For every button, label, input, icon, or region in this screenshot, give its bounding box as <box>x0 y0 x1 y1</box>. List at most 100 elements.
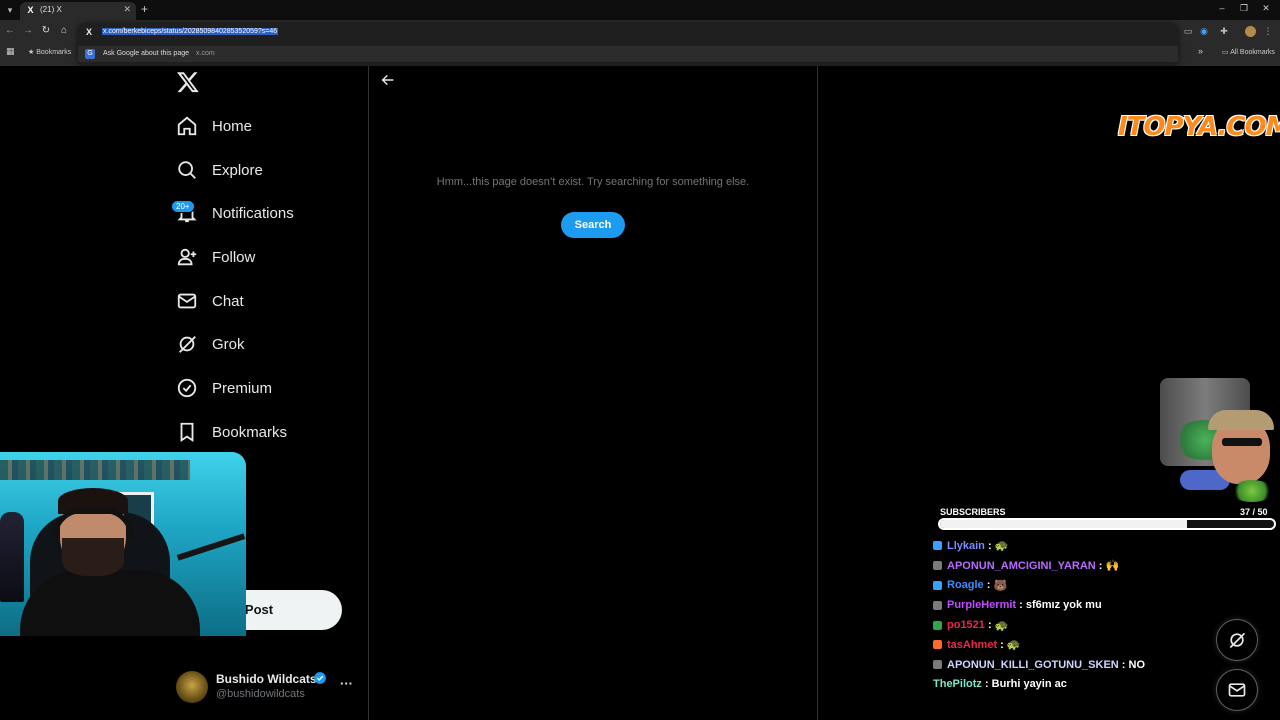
chat-badge-icon <box>933 620 942 630</box>
sidebar-item-label: Notifications <box>212 204 294 222</box>
avatar <box>176 671 208 703</box>
sidebar-item-label: Premium <box>212 379 273 397</box>
back-arrow-icon[interactable] <box>380 72 396 88</box>
verified-badge-icon <box>314 672 326 684</box>
sponsor-logo: ITOPYA.COM <box>1118 112 1280 142</box>
chat-message: tasAhmet : 🐢 <box>933 635 1233 655</box>
chat-username[interactable]: APONUN_AMCIGINI_YARAN <box>947 560 1096 572</box>
chat-text: 🐢 <box>994 540 1009 553</box>
back-icon[interactable]: ← <box>4 25 16 37</box>
chat-username[interactable]: ThePilotz <box>933 678 982 690</box>
more-bookmarks-icon[interactable]: » <box>1198 46 1203 56</box>
sidebar-item-label: Explore <box>212 161 263 179</box>
webcam-streamer-beard <box>62 538 124 576</box>
chat-text: sf6mız yok mu <box>1025 599 1102 612</box>
chat-badge-icon <box>933 561 942 571</box>
webcam-feed <box>0 452 246 636</box>
webcam-streamer-body <box>20 570 200 636</box>
omnibox-dropdown: X x.com/berkebiceps/status/2028509840285… <box>78 22 1178 66</box>
x-favicon-icon: X <box>86 27 93 37</box>
search-icon <box>178 161 196 179</box>
mail-icon <box>1228 683 1246 697</box>
reload-icon[interactable]: ↻ <box>40 25 52 37</box>
chat-username[interactable]: APONUN_KILLI_GOTUNU_SKEN <box>947 659 1119 671</box>
sidebar-item-label: Chat <box>212 292 244 310</box>
follow-icon <box>177 248 197 266</box>
omnibox-suggestion[interactable]: G Ask Google about this page x.com <box>78 46 1178 62</box>
chat-message: PurpleHermit : sf6mız yok mu <box>933 595 1233 615</box>
chat-username[interactable]: po1521 <box>947 619 985 631</box>
new-tab-icon[interactable]: + <box>141 2 148 16</box>
search-button[interactable]: Search <box>561 212 625 238</box>
chat-username[interactable]: Roagle <box>947 579 984 591</box>
home-icon <box>177 116 197 136</box>
grok-floating-button[interactable] <box>1216 619 1258 661</box>
chat-username[interactable]: PurpleHermit <box>947 599 1016 611</box>
sidebar-item-bookmarks[interactable]: Bookmarks <box>176 417 287 447</box>
suggestion-domain: x.com <box>196 50 215 57</box>
profile-avatar[interactable] <box>1245 26 1256 37</box>
column-divider <box>368 66 369 720</box>
account-switcher[interactable]: Bushido Wildcats @bushidowildcats ··· <box>176 668 356 708</box>
tab-title: (21) X <box>40 5 62 14</box>
chat-separator: : <box>983 579 994 592</box>
suggestion-text: Ask Google about this page <box>103 50 190 57</box>
sidebar-item-follow[interactable]: Follow <box>176 242 255 272</box>
subscribers-count: 37 / 50 <box>1240 507 1268 517</box>
restore-window-icon[interactable]: ❐ <box>1237 3 1251 14</box>
chat-username[interactable]: tasAhmet <box>947 639 997 651</box>
microphone-arm <box>176 533 246 561</box>
sidebar-item-label: Bookmarks <box>212 423 288 441</box>
x-favicon-icon: X <box>27 5 34 15</box>
chat-message: ThePilotz : Burhi yayin ac <box>933 675 1233 695</box>
audio-icon[interactable]: ◉ <box>1198 25 1210 37</box>
messages-floating-button[interactable] <box>1216 669 1258 711</box>
all-bookmarks[interactable]: ▭ All Bookmarks <box>1222 48 1275 56</box>
sidebar-item-label: Follow <box>212 248 256 266</box>
chat-badge-icon <box>933 600 942 610</box>
notifications-badge: 20+ <box>171 200 195 213</box>
browser-tab-bar: ▾ X (21) X ✕ + – ❐ ✕ <box>0 0 1280 20</box>
browser-tab[interactable]: X (21) X ✕ <box>20 2 136 20</box>
address-bar-input[interactable]: x.com/berkebiceps/status/202850984028535… <box>102 28 279 35</box>
column-divider <box>817 66 818 720</box>
chat-badge-icon <box>933 580 942 590</box>
premium-icon <box>177 378 197 398</box>
chat-text: NO <box>1128 658 1146 671</box>
chat-username[interactable]: Llykain <box>947 540 985 552</box>
sidebar-item-grok[interactable]: Grok <box>176 329 245 359</box>
x-logo-icon[interactable] <box>176 70 200 94</box>
webcam-shelf <box>0 460 190 480</box>
bookmarks-folder[interactable]: ★ Bookmarks <box>28 48 71 56</box>
chat-message: APONUN_KILLI_GOTUNU_SKEN : NO <box>933 655 1233 675</box>
sidebar-item-explore[interactable]: Explore <box>176 155 263 185</box>
page-missing-message: Hmm...this page doesn’t exist. Try searc… <box>436 176 750 188</box>
browser-menu-icon[interactable]: ⋮ <box>1262 25 1274 37</box>
chat-separator: : <box>984 539 995 552</box>
chat-separator: : <box>1016 599 1026 612</box>
home-browser-icon[interactable]: ⌂ <box>58 25 70 37</box>
more-options-icon[interactable]: ··· <box>340 676 353 691</box>
chat-text: 🐻 <box>993 579 1008 592</box>
chat-text: 🐢 <box>1006 639 1021 652</box>
chat-separator: : <box>1095 559 1106 572</box>
grok-icon <box>179 336 196 353</box>
tab-list-chevron-icon[interactable]: ▾ <box>4 4 16 16</box>
minimize-window-icon[interactable]: – <box>1215 3 1229 13</box>
chat-message: Llykain : 🐢 <box>933 536 1233 556</box>
account-name: Bushido Wildcats <box>216 672 317 686</box>
apps-icon[interactable]: ▦ <box>6 46 15 57</box>
close-window-icon[interactable]: ✕ <box>1259 3 1273 14</box>
sidebar-item-chat[interactable]: Chat <box>176 286 244 316</box>
extensions-icon[interactable]: ✚ <box>1218 25 1230 37</box>
close-tab-icon[interactable]: ✕ <box>123 4 131 15</box>
sidebar-item-premium[interactable]: Premium <box>176 373 272 403</box>
cast-icon[interactable]: ▭ <box>1182 25 1194 37</box>
forward-icon[interactable]: → <box>22 25 34 37</box>
chat-separator: : <box>984 619 995 632</box>
mascot-cap <box>1208 410 1274 430</box>
sidebar-item-home[interactable]: Home <box>176 111 252 141</box>
mascot-sunglasses <box>1222 438 1262 446</box>
chat-message: Roagle : 🐻 <box>933 576 1233 596</box>
chat-separator: : <box>997 638 1007 651</box>
